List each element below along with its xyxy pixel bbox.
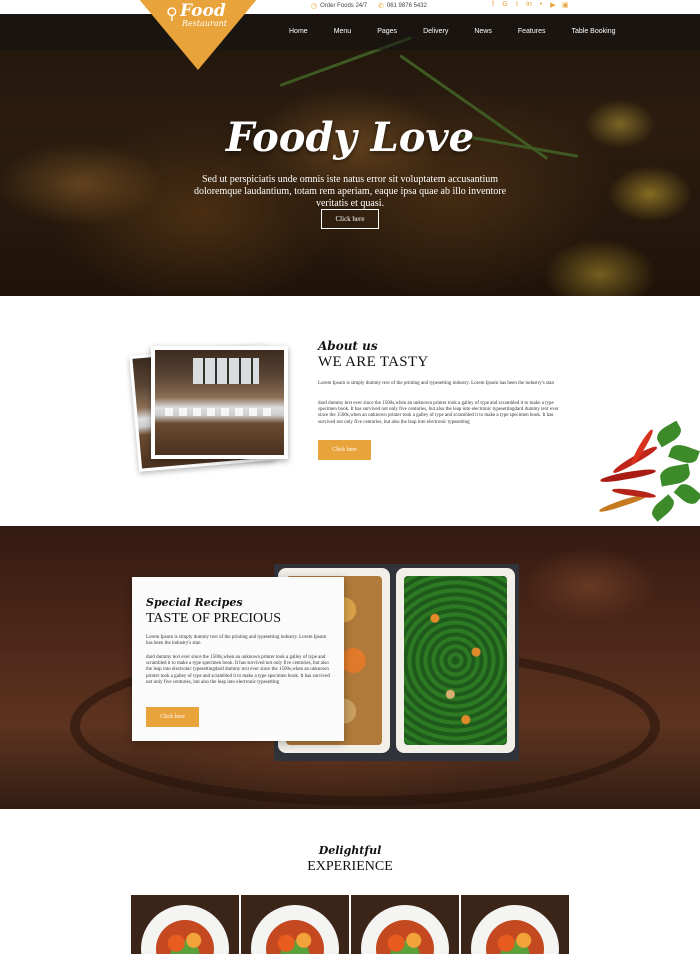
nav-menu[interactable]: Menu bbox=[334, 28, 352, 35]
recipe-paragraph-1: Lorem Ipsum is simply dummy text of the … bbox=[146, 635, 327, 647]
hero-title: Foody Love bbox=[225, 114, 475, 161]
about-paragraph-2: dard dummy text ever since the 1500s,whe… bbox=[318, 401, 559, 425]
twitter-icon[interactable]: t bbox=[514, 1, 520, 9]
special-recipes-section: Special Recipes TASTE OF PRECIOUS Lorem … bbox=[0, 526, 700, 809]
logo[interactable]: ⚲ Food Restaurant bbox=[128, 0, 268, 70]
linkedin-icon[interactable]: in bbox=[526, 1, 532, 9]
social-links: f G t in • ▶ ▣ bbox=[490, 1, 569, 9]
dish-image[interactable] bbox=[241, 895, 349, 954]
recipe-heading: TASTE OF PRECIOUS bbox=[146, 611, 282, 626]
recipe-script-title: Special Recipes bbox=[146, 596, 243, 609]
recipe-card: Special Recipes TASTE OF PRECIOUS Lorem … bbox=[132, 577, 344, 741]
order-info: ◷ Order Foods 24/7 bbox=[311, 2, 367, 10]
food-tray-right bbox=[396, 568, 515, 753]
dish-image[interactable] bbox=[131, 895, 239, 954]
rss-icon[interactable]: • bbox=[538, 1, 544, 9]
main-nav: Home Menu Pages Delivery News Features T… bbox=[0, 14, 700, 50]
experience-heading: EXPERIENCE bbox=[307, 859, 393, 874]
experience-script-title: Delightful bbox=[318, 844, 382, 857]
dish-image[interactable] bbox=[461, 895, 569, 954]
fork-icon: ⚲ bbox=[166, 6, 178, 23]
experience-section: Delightful EXPERIENCE bbox=[0, 809, 700, 954]
about-click-button[interactable]: Click here bbox=[318, 440, 371, 460]
phone-info[interactable]: ✆ 061 9876 5432 bbox=[378, 2, 427, 10]
google-plus-icon[interactable]: G bbox=[502, 1, 508, 9]
nav-home[interactable]: Home bbox=[289, 28, 308, 35]
logo-subtext: Restaurant bbox=[182, 19, 227, 28]
about-script-title: About us bbox=[318, 339, 378, 353]
about-paragraph-1: Lorem Ipsum is simply dummy text of the … bbox=[318, 381, 554, 386]
nav-delivery[interactable]: Delivery bbox=[423, 28, 448, 35]
youtube-icon[interactable]: ▶ bbox=[550, 1, 556, 9]
dish-gallery bbox=[131, 895, 569, 954]
hero-click-button[interactable]: Click here bbox=[321, 209, 379, 229]
hero-section: Home Menu Pages Delivery News Features T… bbox=[0, 14, 700, 296]
about-heading: WE ARE TASTY bbox=[318, 354, 429, 370]
phone-icon: ✆ bbox=[378, 3, 384, 10]
phone-number: 061 9876 5432 bbox=[386, 3, 427, 9]
recipe-paragraph-2: dard dummy text ever since the 1500s,whe… bbox=[146, 655, 330, 685]
top-bar: ◷ Order Foods 24/7 ✆ 061 9876 5432 f G t… bbox=[0, 0, 700, 14]
clock-icon: ◷ bbox=[311, 3, 318, 10]
nav-news[interactable]: News bbox=[474, 28, 492, 35]
order-text: Order Foods 24/7 bbox=[320, 3, 368, 9]
dish-image[interactable] bbox=[351, 895, 459, 954]
facebook-icon[interactable]: f bbox=[490, 1, 496, 9]
nav-features[interactable]: Features bbox=[518, 28, 546, 35]
logo-text: Food bbox=[180, 1, 226, 21]
hero-subtitle: Sed ut perspiciatis unde omnis iste natu… bbox=[193, 174, 507, 209]
restaurant-photo bbox=[151, 346, 288, 459]
recipe-click-button[interactable]: Click here bbox=[146, 707, 199, 727]
nav-table-booking[interactable]: Table Booking bbox=[572, 28, 616, 35]
instagram-icon[interactable]: ▣ bbox=[562, 1, 569, 9]
about-section: About us WE ARE TASTY Lorem Ipsum is sim… bbox=[0, 296, 700, 526]
nav-pages[interactable]: Pages bbox=[377, 28, 397, 35]
